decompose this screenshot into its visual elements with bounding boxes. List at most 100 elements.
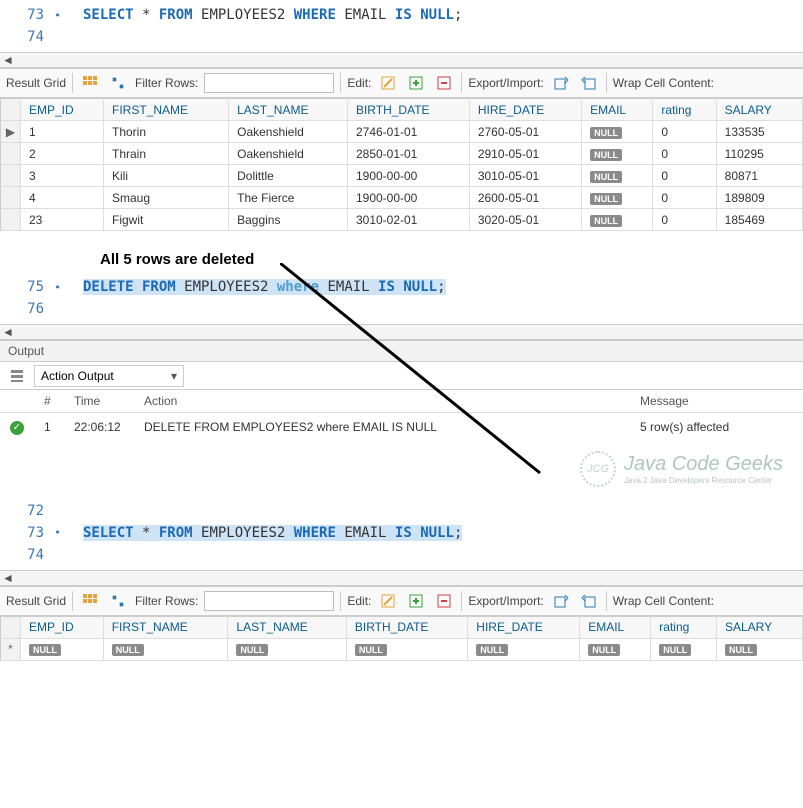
- cell[interactable]: 3010-05-01: [469, 165, 581, 187]
- column-header[interactable]: EMAIL: [580, 616, 651, 638]
- cell[interactable]: Thrain: [103, 143, 228, 165]
- grid-view-icon[interactable]: [79, 72, 101, 94]
- cell[interactable]: 4: [21, 187, 104, 209]
- breakpoint-dot[interactable]: •: [50, 9, 65, 22]
- table-row[interactable]: 2ThrainOakenshield2850-01-012910-05-01NU…: [1, 143, 803, 165]
- result-grid-1[interactable]: EMP_IDFIRST_NAMELAST_NAMEBIRTH_DATEHIRE_…: [0, 98, 803, 231]
- scroll-left-icon[interactable]: ◄: [0, 53, 16, 67]
- cell[interactable]: Oakenshield: [229, 121, 348, 143]
- column-header[interactable]: BIRTH_DATE: [347, 99, 469, 121]
- cell[interactable]: Thorin: [103, 121, 228, 143]
- cell[interactable]: 2910-05-01: [469, 143, 581, 165]
- sql-editor-middle[interactable]: 75•DELETE FROM EMPLOYEES2 where EMAIL IS…: [0, 272, 803, 324]
- refresh-icon[interactable]: [107, 590, 129, 612]
- result-grid-2[interactable]: EMP_IDFIRST_NAMELAST_NAMEBIRTH_DATEHIRE_…: [0, 616, 803, 661]
- hscroll-bar-2[interactable]: ◄: [0, 324, 803, 340]
- cell[interactable]: NULL: [228, 638, 346, 660]
- column-header[interactable]: FIRST_NAME: [103, 616, 228, 638]
- import-icon[interactable]: [578, 590, 600, 612]
- table-row[interactable]: ▶1ThorinOakenshield2746-01-012760-05-01N…: [1, 121, 803, 143]
- cell[interactable]: NULL: [582, 187, 653, 209]
- sql-editor-bottom[interactable]: 7273•SELECT * FROM EMPLOYEES2 WHERE EMAI…: [0, 496, 803, 570]
- scroll-left-icon[interactable]: ◄: [0, 325, 16, 339]
- cell[interactable]: Dolittle: [229, 165, 348, 187]
- column-header[interactable]: EMP_ID: [21, 99, 104, 121]
- column-header[interactable]: rating: [653, 99, 716, 121]
- hscroll-bar-3[interactable]: ◄: [0, 570, 803, 586]
- cell[interactable]: NULL: [21, 638, 104, 660]
- delete-row-icon[interactable]: [433, 72, 455, 94]
- import-icon[interactable]: [578, 72, 600, 94]
- column-header[interactable]: FIRST_NAME: [103, 99, 228, 121]
- add-row-icon[interactable]: [405, 72, 427, 94]
- cell[interactable]: 0: [653, 165, 716, 187]
- cell[interactable]: 133535: [716, 121, 802, 143]
- cell[interactable]: 3020-05-01: [469, 209, 581, 231]
- cell[interactable]: Oakenshield: [229, 143, 348, 165]
- column-header[interactable]: EMAIL: [582, 99, 653, 121]
- cell[interactable]: NULL: [651, 638, 717, 660]
- cell[interactable]: NULL: [582, 209, 653, 231]
- delete-row-icon[interactable]: [433, 590, 455, 612]
- cell[interactable]: Smaug: [103, 187, 228, 209]
- cell[interactable]: 185469: [716, 209, 802, 231]
- cell[interactable]: NULL: [580, 638, 651, 660]
- cell[interactable]: 2760-05-01: [469, 121, 581, 143]
- filter-rows-input[interactable]: [204, 73, 334, 93]
- cell[interactable]: 110295: [716, 143, 802, 165]
- edit-row-icon[interactable]: [377, 72, 399, 94]
- cell[interactable]: Baggins: [229, 209, 348, 231]
- add-row-icon[interactable]: [405, 590, 427, 612]
- cell[interactable]: 0: [653, 187, 716, 209]
- output-type-dropdown[interactable]: Action Output: [34, 365, 184, 387]
- code-text[interactable]: SELECT * FROM EMPLOYEES2 WHERE EMAIL IS …: [65, 525, 462, 541]
- breakpoint-dot[interactable]: •: [50, 526, 65, 539]
- cell[interactable]: NULL: [716, 638, 802, 660]
- column-header[interactable]: LAST_NAME: [229, 99, 348, 121]
- export-icon[interactable]: [550, 590, 572, 612]
- column-header[interactable]: HIRE_DATE: [469, 99, 581, 121]
- cell[interactable]: 2850-01-01: [347, 143, 469, 165]
- output-list-icon[interactable]: [6, 365, 28, 387]
- cell[interactable]: 1900-00-00: [347, 165, 469, 187]
- cell[interactable]: 0: [653, 121, 716, 143]
- hscroll-bar[interactable]: ◄: [0, 52, 803, 68]
- column-header[interactable]: EMP_ID: [21, 616, 104, 638]
- export-icon[interactable]: [550, 72, 572, 94]
- sql-editor-top[interactable]: 73•SELECT * FROM EMPLOYEES2 WHERE EMAIL …: [0, 0, 803, 52]
- table-row[interactable]: 23FigwitBaggins3010-02-013020-05-01NULL0…: [1, 209, 803, 231]
- cell[interactable]: 1: [21, 121, 104, 143]
- action-row[interactable]: ✓ 1 22:06:12 DELETE FROM EMPLOYEES2 wher…: [0, 413, 803, 441]
- table-row[interactable]: *NULLNULLNULLNULLNULLNULLNULLNULL: [1, 638, 803, 660]
- table-row[interactable]: 4SmaugThe Fierce1900-00-002600-05-01NULL…: [1, 187, 803, 209]
- cell[interactable]: The Fierce: [229, 187, 348, 209]
- column-header[interactable]: BIRTH_DATE: [346, 616, 467, 638]
- cell[interactable]: 2: [21, 143, 104, 165]
- cell[interactable]: NULL: [582, 165, 653, 187]
- code-text[interactable]: SELECT * FROM EMPLOYEES2 WHERE EMAIL IS …: [65, 7, 462, 23]
- cell[interactable]: 80871: [716, 165, 802, 187]
- code-text[interactable]: DELETE FROM EMPLOYEES2 where EMAIL IS NU…: [65, 279, 446, 295]
- table-row[interactable]: 3KiliDolittle1900-00-003010-05-01NULL080…: [1, 165, 803, 187]
- column-header[interactable]: HIRE_DATE: [468, 616, 580, 638]
- cell[interactable]: 3: [21, 165, 104, 187]
- scroll-left-icon[interactable]: ◄: [0, 571, 16, 585]
- filter-rows-input[interactable]: [204, 591, 334, 611]
- cell[interactable]: Figwit: [103, 209, 228, 231]
- breakpoint-dot[interactable]: •: [50, 281, 65, 294]
- cell[interactable]: 23: [21, 209, 104, 231]
- cell[interactable]: 0: [653, 209, 716, 231]
- cell[interactable]: 0: [653, 143, 716, 165]
- cell[interactable]: NULL: [582, 121, 653, 143]
- cell[interactable]: 2600-05-01: [469, 187, 581, 209]
- grid-view-icon[interactable]: [79, 590, 101, 612]
- cell[interactable]: 1900-00-00: [347, 187, 469, 209]
- cell[interactable]: NULL: [103, 638, 228, 660]
- column-header[interactable]: SALARY: [716, 616, 802, 638]
- refresh-icon[interactable]: [107, 72, 129, 94]
- cell[interactable]: 3010-02-01: [347, 209, 469, 231]
- column-header[interactable]: LAST_NAME: [228, 616, 346, 638]
- cell[interactable]: Kili: [103, 165, 228, 187]
- cell[interactable]: NULL: [582, 143, 653, 165]
- column-header[interactable]: SALARY: [716, 99, 802, 121]
